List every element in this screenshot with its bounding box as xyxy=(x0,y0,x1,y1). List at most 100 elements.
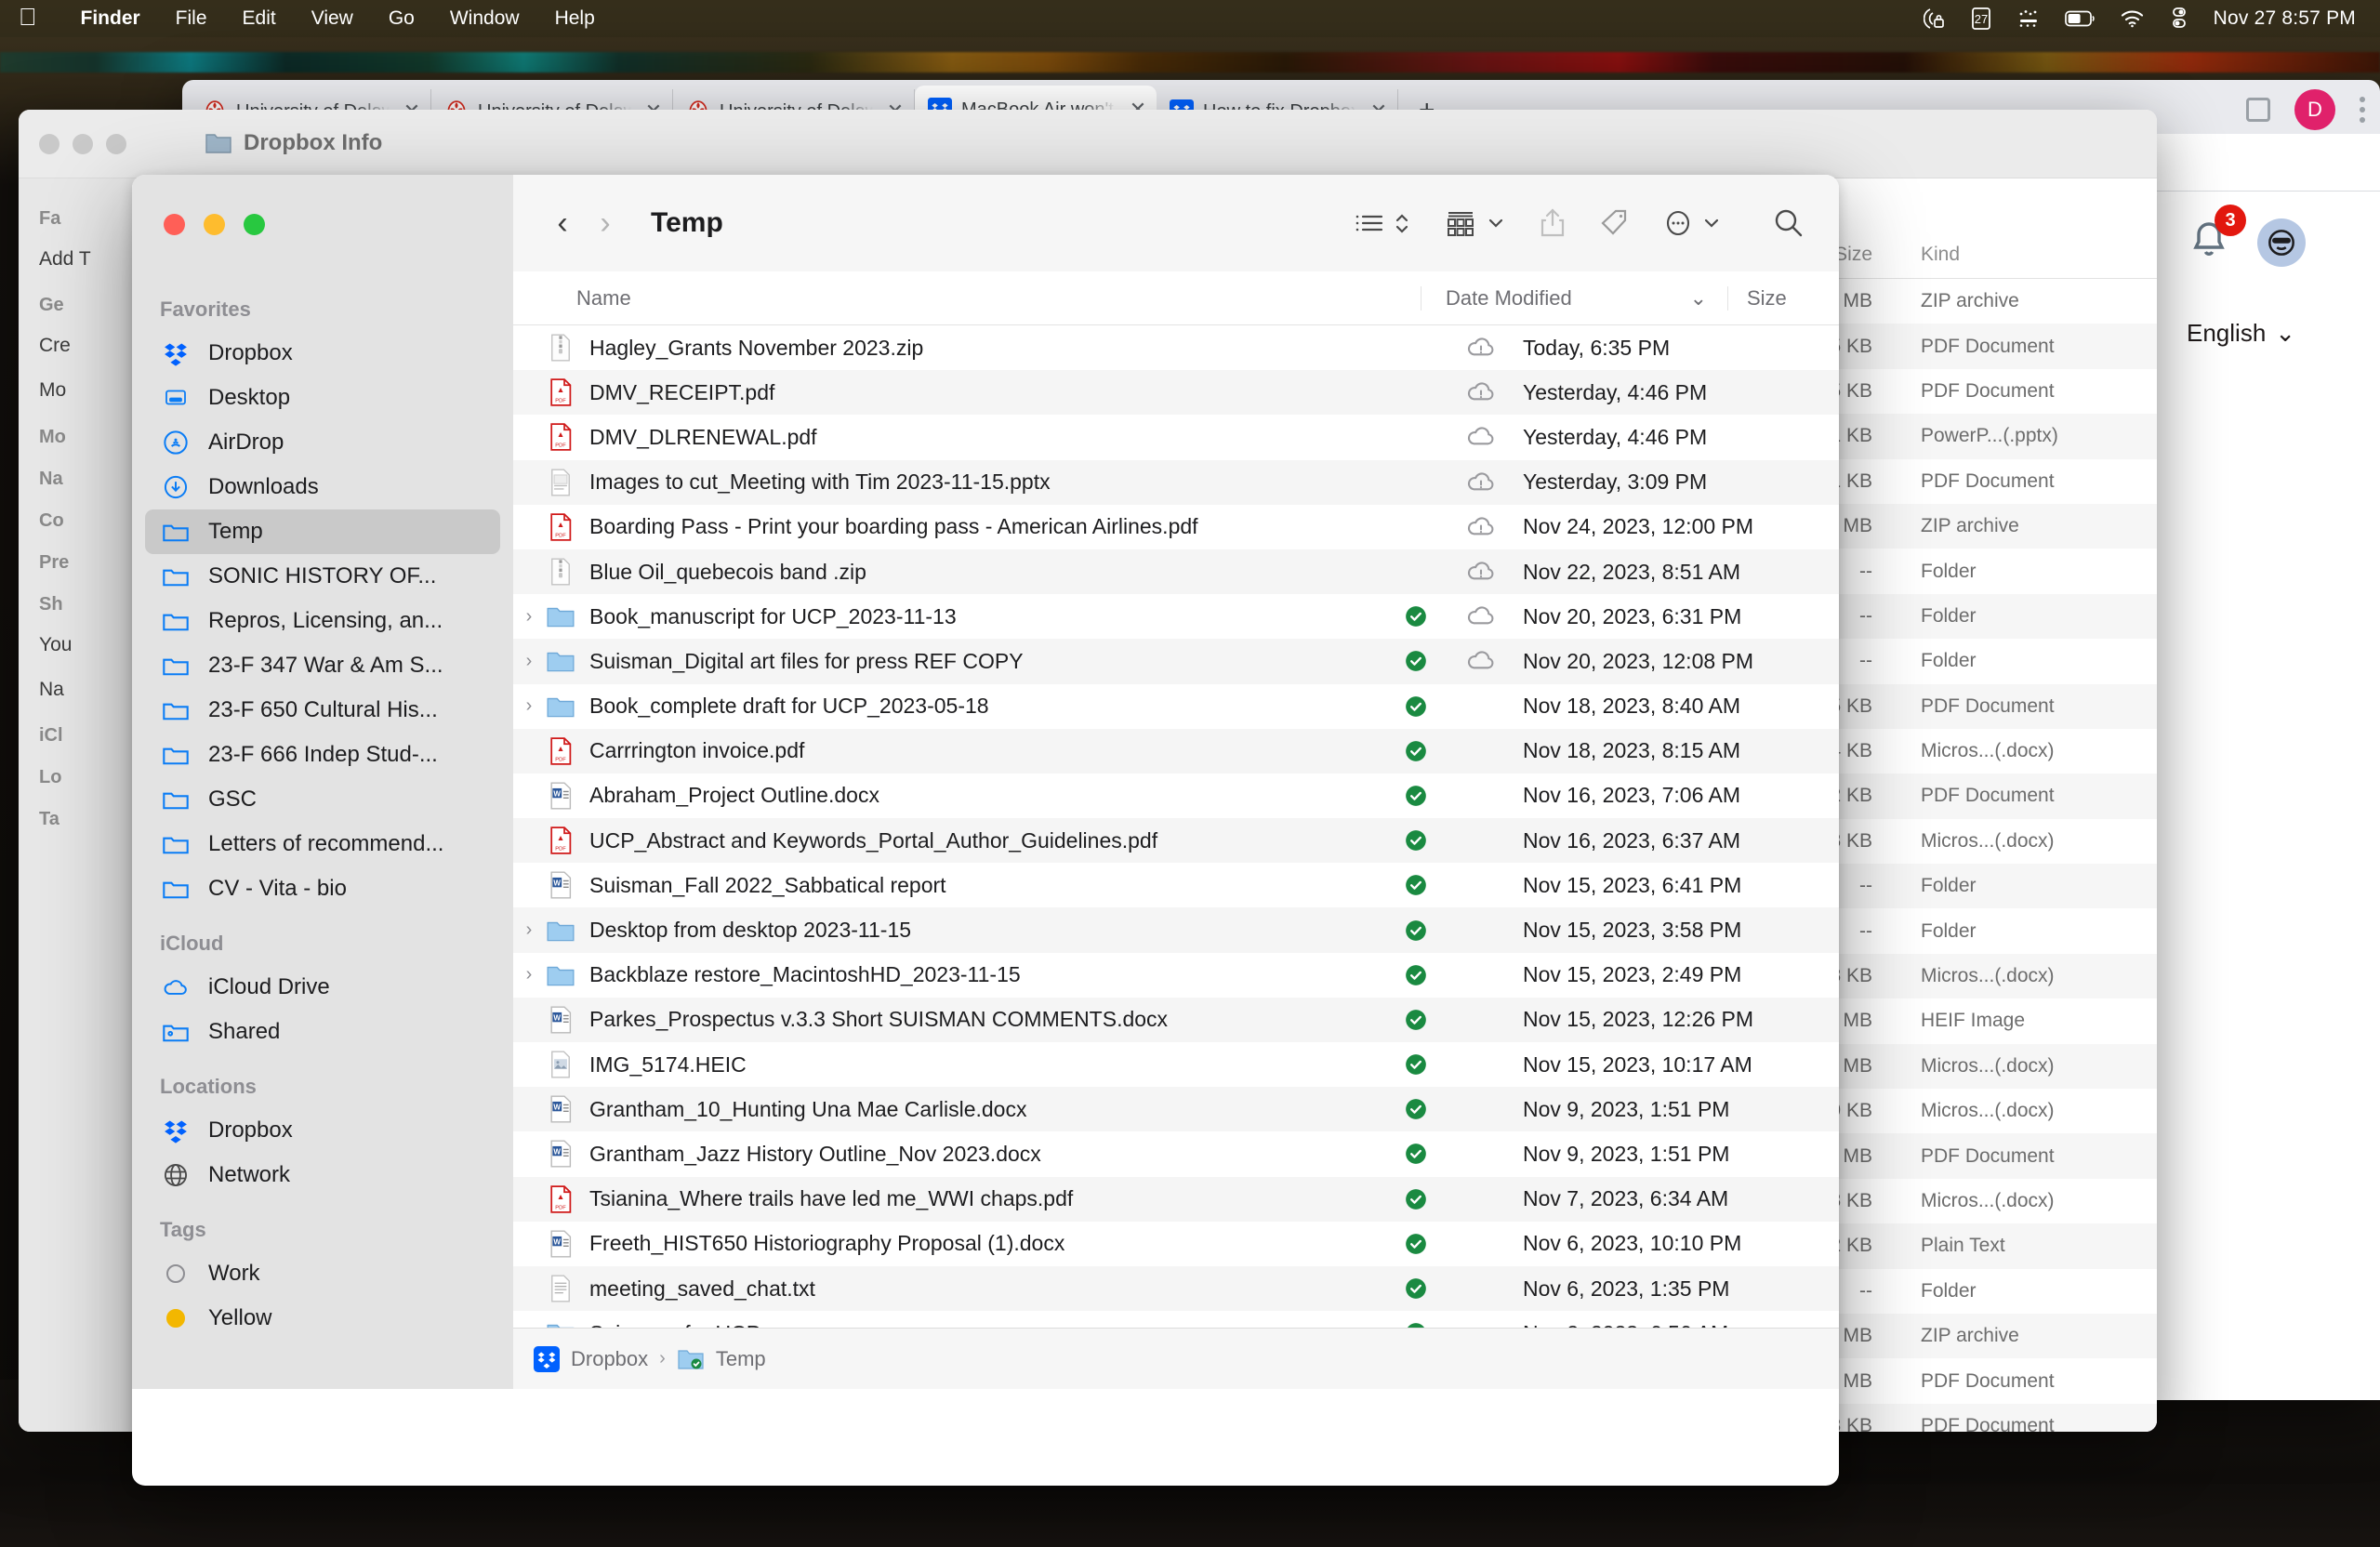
sidebar-item-dropbox[interactable]: Dropbox xyxy=(145,1108,500,1153)
browser-menu-icon[interactable] xyxy=(2360,97,2365,123)
menu-item-view[interactable]: View xyxy=(294,7,371,30)
sidebar-item-23-f-347-war-am-s[interactable]: 23-F 347 War & Am S... xyxy=(145,643,500,688)
sidebar-item-airdrop[interactable]: AirDrop xyxy=(145,420,500,465)
file-row[interactable]: Blue Oil_quebecois band .zip Nov 22, 2023… xyxy=(513,549,1839,595)
sidebar-item-label: Work xyxy=(208,1261,260,1286)
avatar[interactable] xyxy=(2257,218,2306,267)
menu-item-finder[interactable]: Finder xyxy=(63,7,158,30)
pdf-icon: ▲ PDF xyxy=(545,1184,576,1213)
group-by-button[interactable] xyxy=(1443,208,1506,238)
sync-status xyxy=(1404,739,1465,763)
file-row[interactable]: W Grantham_10_Hunting Una Mae Carlisle.do… xyxy=(513,1087,1839,1132)
sidebar-tag-yellow[interactable]: Yellow xyxy=(145,1296,500,1341)
menu-item-help[interactable]: Help xyxy=(537,7,613,30)
weather-icon[interactable] xyxy=(2016,8,2041,29)
column-date-modified[interactable]: Date Modified ⌄ xyxy=(1421,285,1727,311)
more-actions-button[interactable] xyxy=(1662,207,1722,239)
sidebar-tag-work[interactable]: Work xyxy=(145,1251,500,1296)
list-view-button[interactable] xyxy=(1354,209,1411,237)
sidebar-item-letters-of-recommend[interactable]: Letters of recommend... xyxy=(145,822,500,866)
sidebar-item-23-f-666-indep-stud[interactable]: 23-F 666 Indep Stud-... xyxy=(145,733,500,777)
sidebar-item-downloads[interactable]: Downloads xyxy=(145,465,500,509)
wifi-icon[interactable] xyxy=(2121,9,2145,28)
disclosure-chevron-icon[interactable]: › xyxy=(513,695,545,717)
file-row[interactable]: W Grantham_Jazz History Outline_Nov 2023.… xyxy=(513,1131,1839,1176)
tag-button[interactable] xyxy=(1599,207,1631,239)
search-button[interactable] xyxy=(1772,206,1805,240)
sidebar-item-icloud-drive[interactable]: iCloud Drive xyxy=(145,965,500,1010)
disclosure-chevron-icon[interactable]: › xyxy=(513,964,545,985)
minimize-button[interactable] xyxy=(204,214,225,235)
file-row[interactable]: ▲ PDF DMV_RECEIPT.pdf Yesterday, 4:46 PM xyxy=(513,370,1839,416)
menu-item-edit[interactable]: Edit xyxy=(225,7,294,30)
sidebar-item-desktop[interactable]: Desktop xyxy=(145,376,500,420)
file-row[interactable]: Hagley_Grants November 2023.zip Today, 6:… xyxy=(513,325,1839,370)
sidebar-item-23-f-650-cultural-his[interactable]: 23-F 650 Cultural His... xyxy=(145,688,500,733)
cloud-icon xyxy=(1465,425,1523,449)
calendar-icon[interactable]: 27 xyxy=(1970,7,1992,31)
sidebar-item-gsc[interactable]: GSC xyxy=(145,777,500,822)
path-root[interactable]: Dropbox xyxy=(571,1347,648,1371)
language-selector[interactable]: English ⌄ xyxy=(2187,319,2358,348)
back-button[interactable]: ‹ xyxy=(541,205,584,242)
dropbox-icon xyxy=(534,1345,560,1372)
sidebar-item-label: Letters of recommend... xyxy=(208,831,444,856)
file-row[interactable]: IMG_5174.HEIC Nov 15, 2023, 10:17 AM xyxy=(513,1042,1839,1087)
disclosure-chevron-icon[interactable]: › xyxy=(513,651,545,672)
sidebar-item-repros-licensing-an[interactable]: Repros, Licensing, an... xyxy=(145,599,500,643)
file-row[interactable]: ▲ PDF Tsianina_Where trails have led me_WW… xyxy=(513,1176,1839,1222)
column-name[interactable]: Name xyxy=(513,286,1421,311)
file-row[interactable]: W Abraham_Project Outline.docx Nov 16, 202… xyxy=(513,774,1839,818)
file-row[interactable]: › Suisman_Digital art files for press REF… xyxy=(513,639,1839,684)
chevron-down-icon: ⌄ xyxy=(2275,319,2296,347)
sidebar-item-network[interactable]: Network xyxy=(145,1153,500,1197)
profile-avatar[interactable]: D xyxy=(2294,89,2335,130)
file-row[interactable]: › Backblaze restore_MacintoshHD_2023-11-1… xyxy=(513,953,1839,998)
file-row[interactable]: ▲ PDF UCP_Abstract and Keywords_Portal_Aut… xyxy=(513,818,1839,864)
vpn-lock-icon[interactable] xyxy=(1923,7,1946,31)
file-row[interactable]: › Book_manuscript for UCP_2023-11-13 Nov 2… xyxy=(513,594,1839,639)
sidebar-item-cv-vita-bio[interactable]: CV - Vita - bio xyxy=(145,866,500,911)
menu-item-window[interactable]: Window xyxy=(432,7,537,30)
file-date-modified: Nov 20, 2023, 12:08 PM xyxy=(1523,648,1754,673)
close-button[interactable] xyxy=(164,214,185,235)
file-row[interactable]: ▲ PDF Boarding Pass - Print your boarding … xyxy=(513,505,1839,549)
disclosure-chevron-icon[interactable]: › xyxy=(513,919,545,941)
sidebar-item-label: Desktop xyxy=(208,385,291,410)
menu-item-go[interactable]: Go xyxy=(371,7,432,30)
tag-icon xyxy=(1601,209,1627,235)
sidebar-item-temp[interactable]: Temp xyxy=(145,509,500,554)
file-row[interactable]: › Book_complete draft for UCP_2023-05-18 N… xyxy=(513,684,1839,729)
menu-item-file[interactable]: File xyxy=(158,7,225,30)
file-row[interactable]: W Parkes_Prospectus v.3.3 Short SUISMAN C… xyxy=(513,997,1839,1042)
sidebar-toggle-icon[interactable] xyxy=(2246,98,2270,122)
forward-button[interactable]: › xyxy=(584,205,627,242)
path-current[interactable]: Temp xyxy=(716,1347,766,1371)
apple-icon[interactable]:  xyxy=(19,5,37,33)
finder-toolbar: ‹ › Temp xyxy=(513,175,1839,271)
file-row[interactable]: W Suisman_Fall 2022_Sabbatical report Nov … xyxy=(513,863,1839,907)
notifications-bell-icon[interactable]: 3 xyxy=(2187,205,2246,267)
maximize-button[interactable] xyxy=(244,214,265,235)
file-row[interactable]: Images to cut_Meeting with Tim 2023-11-1… xyxy=(513,459,1839,505)
sync-status xyxy=(1404,1187,1465,1211)
battery-icon[interactable] xyxy=(2064,9,2096,28)
network-icon xyxy=(160,1161,192,1189)
column-size[interactable]: Size xyxy=(1727,285,1839,311)
sidebar-item-shared[interactable]: Shared xyxy=(145,1010,500,1054)
window-controls[interactable] xyxy=(164,214,265,235)
share-button[interactable] xyxy=(1538,207,1567,239)
window-controls-inactive[interactable] xyxy=(39,134,126,154)
bg-file-kind: Micros...(.docx) xyxy=(1921,965,2055,987)
file-row[interactable]: ▲ PDF Carrrington invoice.pdf Nov 18, 2023,… xyxy=(513,728,1839,774)
sidebar-item-sonic-history-of[interactable]: SONIC HISTORY OF... xyxy=(145,554,500,599)
file-row[interactable]: W Freeth_HIST650 Historiography Proposal … xyxy=(513,1222,1839,1266)
file-row[interactable]: meeting_saved_chat.txt Nov 6, 2023, 1:35 … xyxy=(513,1265,1839,1312)
file-row[interactable]: › Desktop from desktop 2023-11-15 Nov 15, … xyxy=(513,907,1839,953)
sidebar-item-dropbox[interactable]: Dropbox xyxy=(145,331,500,376)
control-center-icon[interactable] xyxy=(2169,7,2189,31)
menu-clock[interactable]: Nov 27 8:57 PM xyxy=(2214,7,2356,30)
file-row[interactable]: ▲ PDF DMV_DLRENEWAL.pdf Yesterday, 4:46 PM xyxy=(513,415,1839,459)
bg-column-kind[interactable]: Kind xyxy=(1897,244,2157,266)
disclosure-chevron-icon[interactable]: › xyxy=(513,606,545,628)
